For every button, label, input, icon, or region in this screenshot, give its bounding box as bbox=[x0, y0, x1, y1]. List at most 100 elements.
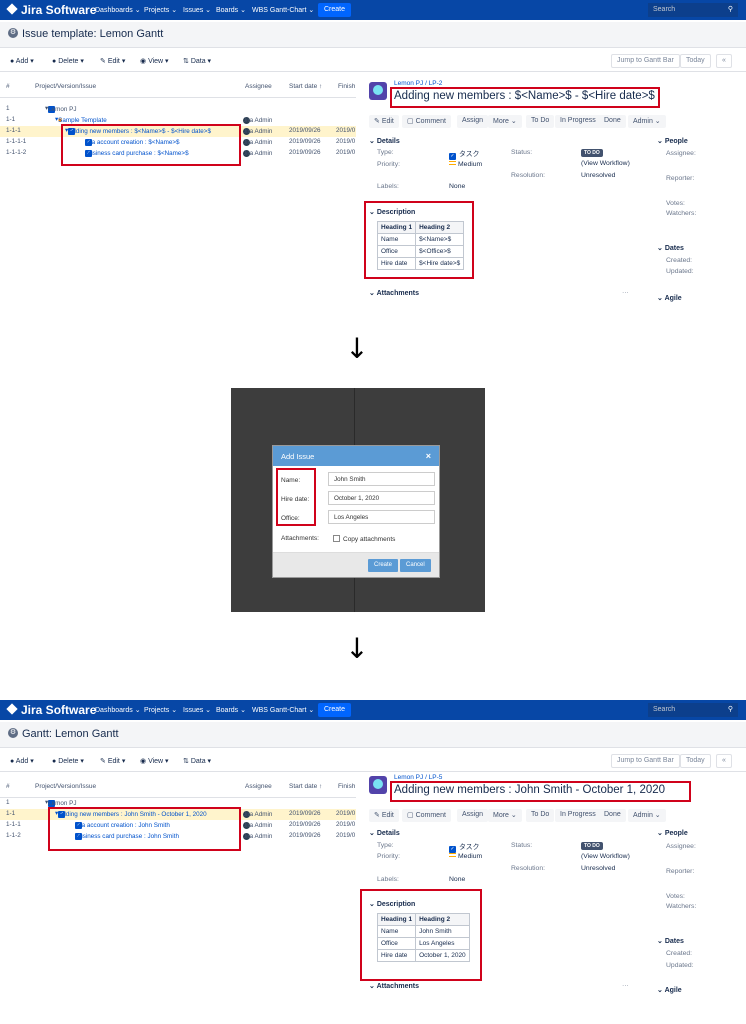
name-input[interactable]: John Smith bbox=[328, 472, 435, 486]
assign-button[interactable]: Assign bbox=[457, 809, 489, 822]
delete-label: Delete ▾ bbox=[58, 758, 84, 765]
agile-section-title[interactable]: ⌄ Agile bbox=[657, 294, 682, 302]
data-menu[interactable]: ⇅ Data ▾ bbox=[183, 57, 211, 65]
edit-button[interactable]: ✎ Edit bbox=[369, 809, 399, 822]
done-button[interactable]: Done bbox=[599, 115, 626, 128]
breadcrumb[interactable]: Lemon PJ / LP-5 bbox=[394, 774, 442, 781]
delete-menu[interactable]: ● Delete ▾ bbox=[52, 757, 84, 765]
col-issue[interactable]: Project/Version/Issue bbox=[35, 783, 96, 790]
col-assignee[interactable]: Assignee bbox=[245, 83, 272, 90]
status-lozenge: TO DO bbox=[581, 842, 603, 850]
done-button[interactable]: Done bbox=[599, 809, 626, 822]
row-issue-text: Lemon PJ bbox=[48, 106, 77, 113]
jira-logo[interactable]: Jira Software bbox=[6, 3, 96, 17]
nav-projects[interactable]: Projects ⌄ bbox=[144, 6, 177, 14]
attachments-section-title[interactable]: ⌄ Attachments bbox=[369, 289, 419, 297]
attachments-section-title[interactable]: ⌄ Attachments bbox=[369, 982, 419, 990]
table-row[interactable]: 1 ▾ Lemon PJ bbox=[0, 104, 356, 115]
view-menu[interactable]: ◉ View ▾ bbox=[140, 57, 169, 65]
dates-section-title[interactable]: ⌄ Dates bbox=[657, 937, 684, 945]
nav-dashboards[interactable]: Dashboards ⌄ bbox=[95, 706, 141, 714]
details-section-title[interactable]: ⌄ Details bbox=[369, 137, 400, 145]
row-start: 2019/09/26 bbox=[289, 149, 321, 156]
edit-menu[interactable]: ✎ Edit ▾ bbox=[100, 757, 125, 765]
flow-arrow: ↓ bbox=[345, 632, 369, 665]
search-icon: ⚲ bbox=[727, 706, 733, 713]
top-navigation-bar: Jira Software Dashboards ⌄ Projects ⌄ Is… bbox=[0, 700, 746, 720]
col-assignee[interactable]: Assignee bbox=[245, 783, 272, 790]
row-assignee-text: Jira Admin bbox=[243, 117, 273, 124]
col-num[interactable]: # bbox=[6, 83, 10, 90]
view-workflow-link[interactable]: (View Workflow) bbox=[581, 160, 630, 167]
collapse-button[interactable]: « bbox=[716, 754, 732, 768]
data-menu[interactable]: ⇅ Data ▾ bbox=[183, 757, 211, 765]
comment-button[interactable]: ▢ Comment bbox=[402, 115, 451, 128]
jump-to-gantt-bar-button[interactable]: Jump to Gantt Bar bbox=[611, 754, 680, 768]
details-section-title[interactable]: ⌄ Details bbox=[369, 829, 400, 837]
view-label: View ▾ bbox=[148, 58, 169, 65]
nav-issues[interactable]: Issues ⌄ bbox=[183, 706, 211, 714]
edit-menu[interactable]: ✎ Edit ▾ bbox=[100, 57, 125, 65]
add-menu[interactable]: ● Add ▾ bbox=[10, 57, 34, 65]
people-section-title[interactable]: ⌄ People bbox=[657, 137, 688, 145]
nav-issues[interactable]: Issues ⌄ bbox=[183, 6, 211, 14]
search-input[interactable]: Search ⚲ bbox=[648, 703, 738, 717]
page-title: Gantt: Lemon Gantt bbox=[22, 728, 119, 740]
assign-button[interactable]: Assign bbox=[457, 115, 489, 128]
cancel-button[interactable]: Cancel bbox=[400, 559, 431, 572]
close-icon[interactable]: × bbox=[426, 451, 431, 461]
todo-button[interactable]: To Do bbox=[526, 115, 555, 128]
office-input[interactable]: Los Angeles bbox=[328, 510, 435, 524]
col-finish[interactable]: Finish bbox=[338, 83, 355, 90]
view-workflow-link[interactable]: (View Workflow) bbox=[581, 853, 630, 860]
row-issue[interactable]: ▾ ■ Sample Template bbox=[55, 116, 107, 124]
search-input[interactable]: Search ⚲ bbox=[648, 3, 738, 17]
nav-boards[interactable]: Boards ⌄ bbox=[216, 6, 246, 14]
col-finish[interactable]: Finish bbox=[338, 783, 355, 790]
resolution-label: Resolution: bbox=[511, 172, 546, 179]
jump-to-gantt-bar-button[interactable]: Jump to Gantt Bar bbox=[611, 54, 680, 68]
comment-button[interactable]: ▢ Comment bbox=[402, 809, 451, 822]
create-button[interactable]: Create bbox=[318, 3, 352, 17]
col-issue[interactable]: Project/Version/Issue bbox=[35, 83, 96, 90]
more-dots-icon[interactable]: ··· bbox=[622, 982, 629, 989]
priority-label: Priority: bbox=[377, 161, 401, 168]
more-button[interactable]: More ⌄ bbox=[488, 809, 522, 822]
create-button[interactable]: Create bbox=[318, 703, 352, 717]
today-button[interactable]: Today bbox=[680, 54, 711, 68]
breadcrumb[interactable]: Lemon PJ / LP-2 bbox=[394, 80, 442, 87]
nav-dashboards[interactable]: Dashboards ⌄ bbox=[95, 6, 141, 14]
add-menu[interactable]: ● Add ▾ bbox=[10, 757, 34, 765]
col-start-date[interactable]: Start date ↑ bbox=[289, 783, 322, 790]
type-value: ✓ タスク bbox=[449, 148, 479, 160]
create-issue-button[interactable]: Create bbox=[368, 559, 399, 572]
admin-button[interactable]: Admin ⌄ bbox=[628, 809, 666, 822]
dates-section-title[interactable]: ⌄ Dates bbox=[657, 244, 684, 252]
nav-boards[interactable]: Boards ⌄ bbox=[216, 706, 246, 714]
edit-button[interactable]: ✎ Edit bbox=[369, 115, 399, 128]
col-num[interactable]: # bbox=[6, 783, 10, 790]
more-button[interactable]: More ⌄ bbox=[488, 115, 522, 128]
hire-date-input[interactable]: October 1, 2020 bbox=[328, 491, 435, 505]
copy-attachments-checkbox[interactable]: Copy attachments bbox=[333, 535, 395, 543]
people-section-title[interactable]: ⌄ People bbox=[657, 829, 688, 837]
delete-menu[interactable]: ● Delete ▾ bbox=[52, 57, 84, 65]
in-progress-button[interactable]: In Progress bbox=[555, 809, 601, 822]
todo-button[interactable]: To Do bbox=[526, 809, 555, 822]
nav-wbs-gantt[interactable]: WBS Gantt-Chart ⌄ bbox=[252, 706, 314, 714]
assignee-label: Assignee: bbox=[666, 150, 696, 157]
jira-logo[interactable]: Jira Software bbox=[6, 703, 96, 717]
collapse-button[interactable]: « bbox=[716, 54, 732, 68]
in-progress-button[interactable]: In Progress bbox=[555, 115, 601, 128]
row-finish: 2019/0 bbox=[336, 810, 356, 817]
nav-projects[interactable]: Projects ⌄ bbox=[144, 706, 177, 714]
more-dots-icon[interactable]: ··· bbox=[622, 289, 629, 296]
dialog-title: Add Issue bbox=[281, 452, 315, 461]
today-button[interactable]: Today bbox=[680, 754, 711, 768]
nav-wbs-gantt[interactable]: WBS Gantt-Chart ⌄ bbox=[252, 6, 314, 14]
priority-value-text: Medium bbox=[458, 161, 483, 168]
agile-section-title[interactable]: ⌄ Agile bbox=[657, 986, 682, 994]
view-menu[interactable]: ◉ View ▾ bbox=[140, 757, 169, 765]
col-start-date[interactable]: Start date ↑ bbox=[289, 83, 322, 90]
admin-button[interactable]: Admin ⌄ bbox=[628, 115, 666, 128]
